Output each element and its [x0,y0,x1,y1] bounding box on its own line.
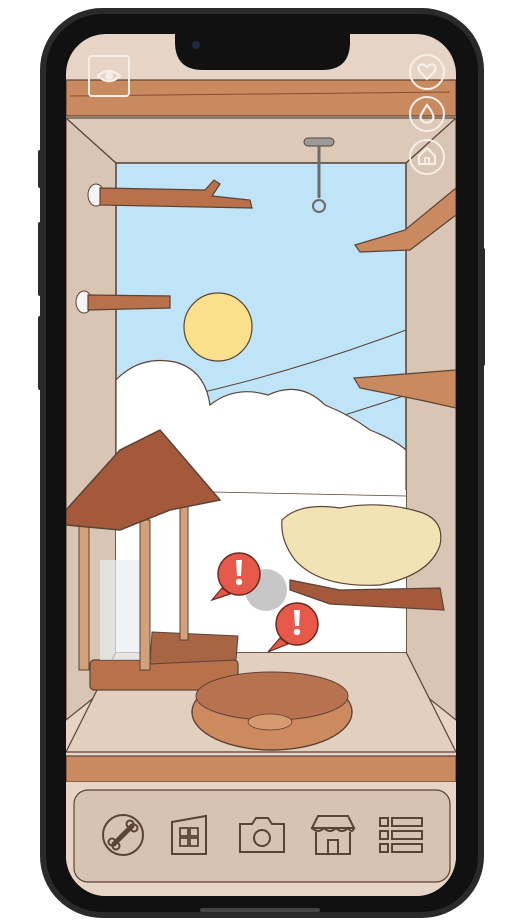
camera-icon [236,817,288,862]
toolbar-menu-button[interactable] [378,812,426,858]
exclamation-icon [290,608,304,643]
toolbar-food-button[interactable] [100,812,146,858]
toolbar-camera-button[interactable] [236,812,288,858]
toolbar-shop-button[interactable] [308,812,358,858]
home-button[interactable] [409,139,445,175]
exclamation-icon [232,558,246,593]
phone-screen [38,8,485,918]
house-icon [417,146,437,171]
alert-bubble-2[interactable] [266,600,322,656]
home-indicator [200,908,320,912]
bone-icon [100,814,146,862]
heart-icon [417,62,437,87]
alert-bubble-1[interactable] [210,550,264,606]
water-drop-icon [419,103,435,130]
view-toggle-button[interactable] [88,55,130,97]
affection-button[interactable] [409,54,445,90]
water-button[interactable] [409,96,445,132]
list-icon [378,817,426,862]
grid-building-icon [168,814,214,862]
eye-icon [96,64,122,93]
toolbar-collection-button[interactable] [168,812,214,858]
shop-icon [308,815,358,862]
